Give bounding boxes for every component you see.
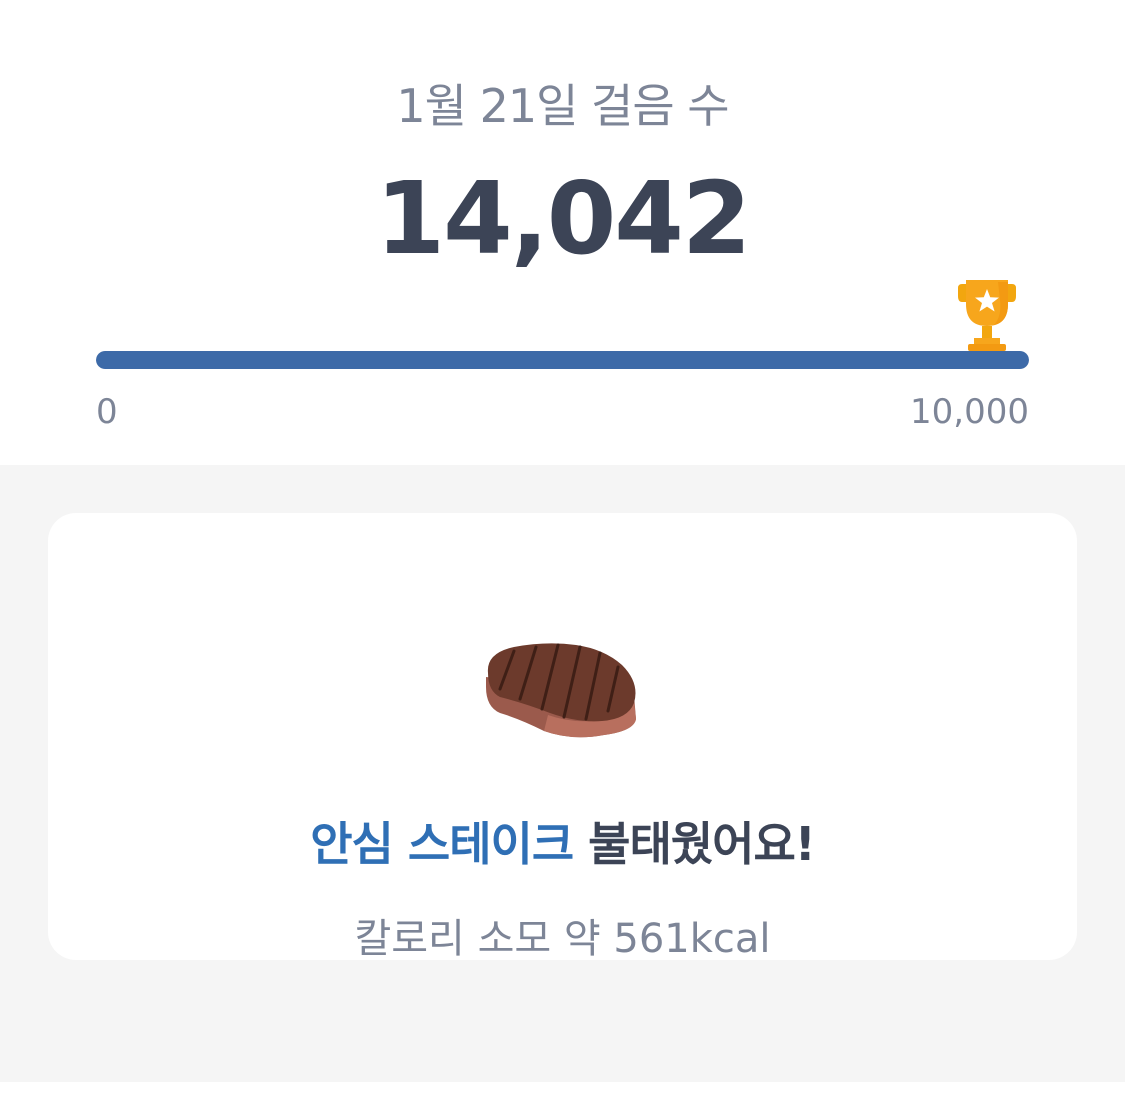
step-summary-section: 1월 21일 걸음 수 14,042 0 10,000 <box>0 0 1125 465</box>
step-count: 14,042 <box>375 160 752 277</box>
food-name: 안심 스테이크 <box>310 817 574 871</box>
step-progress-fill <box>96 351 1029 369</box>
bottom-spacer <box>0 1082 1125 1113</box>
calorie-amount-text: 칼로리 소모 약 561kcal <box>354 916 771 962</box>
date-steps-label: 1월 21일 걸음 수 <box>396 79 729 133</box>
progress-max-label: 10,000 <box>910 392 1029 432</box>
calorie-section: 안심 스테이크 불태웠어요! 칼로리 소모 약 561kcal <box>0 465 1125 1082</box>
calorie-burn-card: 안심 스테이크 불태웠어요! 칼로리 소모 약 561kcal <box>48 513 1077 962</box>
steak-icon <box>486 643 636 738</box>
progress-min-label: 0 <box>96 392 118 432</box>
step-progress-bar <box>96 351 1029 369</box>
burn-suffix: 불태웠어요! <box>573 817 816 871</box>
trophy-icon <box>958 280 1016 351</box>
steps-screen: 1월 21일 걸음 수 14,042 0 10,000 안심 스테이크 불태웠어… <box>0 0 1125 1113</box>
burn-message: 안심 스테이크 불태웠어요! <box>48 808 1077 874</box>
